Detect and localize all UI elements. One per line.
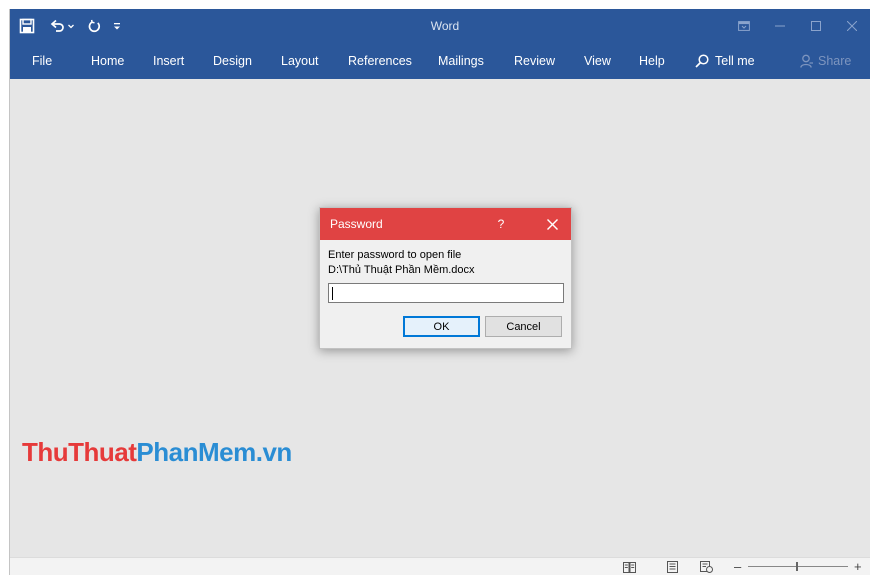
web-layout-button[interactable] bbox=[699, 560, 713, 574]
text-caret bbox=[332, 287, 333, 300]
save-button[interactable] bbox=[10, 9, 44, 43]
dialog-title: Password bbox=[330, 217, 383, 231]
status-bar: – + bbox=[10, 557, 870, 575]
window-controls bbox=[726, 9, 870, 43]
ribbon-tabs: File Home Insert Design Layout Reference… bbox=[10, 43, 870, 79]
tab-insert[interactable]: Insert bbox=[153, 43, 184, 79]
close-icon bbox=[847, 21, 857, 31]
title-bar: Word bbox=[10, 9, 870, 43]
cancel-button[interactable]: Cancel bbox=[485, 316, 562, 337]
web-layout-icon bbox=[699, 561, 713, 573]
zoom-slider-thumb[interactable] bbox=[796, 562, 798, 571]
tab-home[interactable]: Home bbox=[91, 43, 124, 79]
redo-button[interactable] bbox=[80, 9, 108, 43]
share-label: Share bbox=[818, 54, 852, 68]
ribbon-display-options-button[interactable] bbox=[726, 9, 762, 43]
file-path: D:\Thủ Thuật Phần Mềm.docx bbox=[328, 264, 475, 276]
tab-mailings[interactable]: Mailings bbox=[438, 43, 484, 79]
print-layout-button[interactable] bbox=[665, 560, 679, 574]
zoom-slider[interactable] bbox=[748, 566, 848, 567]
quick-access-toolbar bbox=[10, 9, 126, 43]
share-person-icon bbox=[800, 54, 813, 68]
dialog-help-button[interactable]: ? bbox=[486, 208, 516, 240]
password-prompt: Enter password to open file bbox=[328, 249, 462, 261]
zoom-in-button[interactable]: + bbox=[854, 558, 862, 575]
password-input[interactable] bbox=[328, 283, 564, 303]
zoom-out-button[interactable]: – bbox=[734, 558, 741, 575]
minimize-button[interactable] bbox=[762, 9, 798, 43]
watermark-part1: ThuThuat bbox=[22, 437, 137, 467]
maximize-button[interactable] bbox=[798, 9, 834, 43]
undo-dropdown-icon[interactable] bbox=[67, 22, 75, 30]
app-title: Word bbox=[430, 19, 460, 33]
minimize-icon bbox=[775, 25, 785, 27]
search-icon bbox=[695, 54, 709, 68]
customize-toolbar-button[interactable] bbox=[108, 9, 126, 43]
tab-help[interactable]: Help bbox=[639, 43, 665, 79]
tell-me-search[interactable]: Tell me bbox=[695, 43, 755, 79]
share-button[interactable]: Share bbox=[800, 43, 851, 79]
word-window: Word File Home Insert Design Layout Refe… bbox=[9, 9, 870, 575]
read-mode-icon bbox=[622, 561, 636, 573]
tab-view[interactable]: View bbox=[584, 43, 611, 79]
password-dialog: Password ? Enter password to open file D… bbox=[319, 207, 572, 349]
ok-button[interactable]: OK bbox=[403, 316, 480, 337]
maximize-icon bbox=[811, 21, 821, 31]
watermark-logo: ThuThuatPhanMem.vn bbox=[22, 437, 292, 468]
dialog-close-button[interactable] bbox=[533, 208, 571, 240]
tab-file[interactable]: File bbox=[32, 43, 52, 79]
watermark-part2: PhanMem.vn bbox=[136, 437, 292, 467]
tell-me-label: Tell me bbox=[715, 54, 755, 68]
close-button[interactable] bbox=[834, 9, 870, 43]
dialog-close-icon bbox=[546, 218, 558, 230]
undo-icon bbox=[50, 19, 64, 32]
tab-design[interactable]: Design bbox=[213, 43, 252, 79]
print-layout-icon bbox=[666, 561, 678, 573]
tab-review[interactable]: Review bbox=[514, 43, 555, 79]
redo-icon bbox=[88, 19, 100, 32]
customize-toolbar-icon bbox=[114, 23, 120, 30]
tab-references[interactable]: References bbox=[348, 43, 412, 79]
dialog-title-bar: Password ? bbox=[320, 208, 571, 240]
read-mode-button[interactable] bbox=[622, 560, 636, 574]
undo-button[interactable] bbox=[44, 9, 80, 43]
save-icon bbox=[19, 18, 35, 34]
tab-layout[interactable]: Layout bbox=[281, 43, 319, 79]
ribbon-display-options-icon bbox=[738, 21, 750, 31]
